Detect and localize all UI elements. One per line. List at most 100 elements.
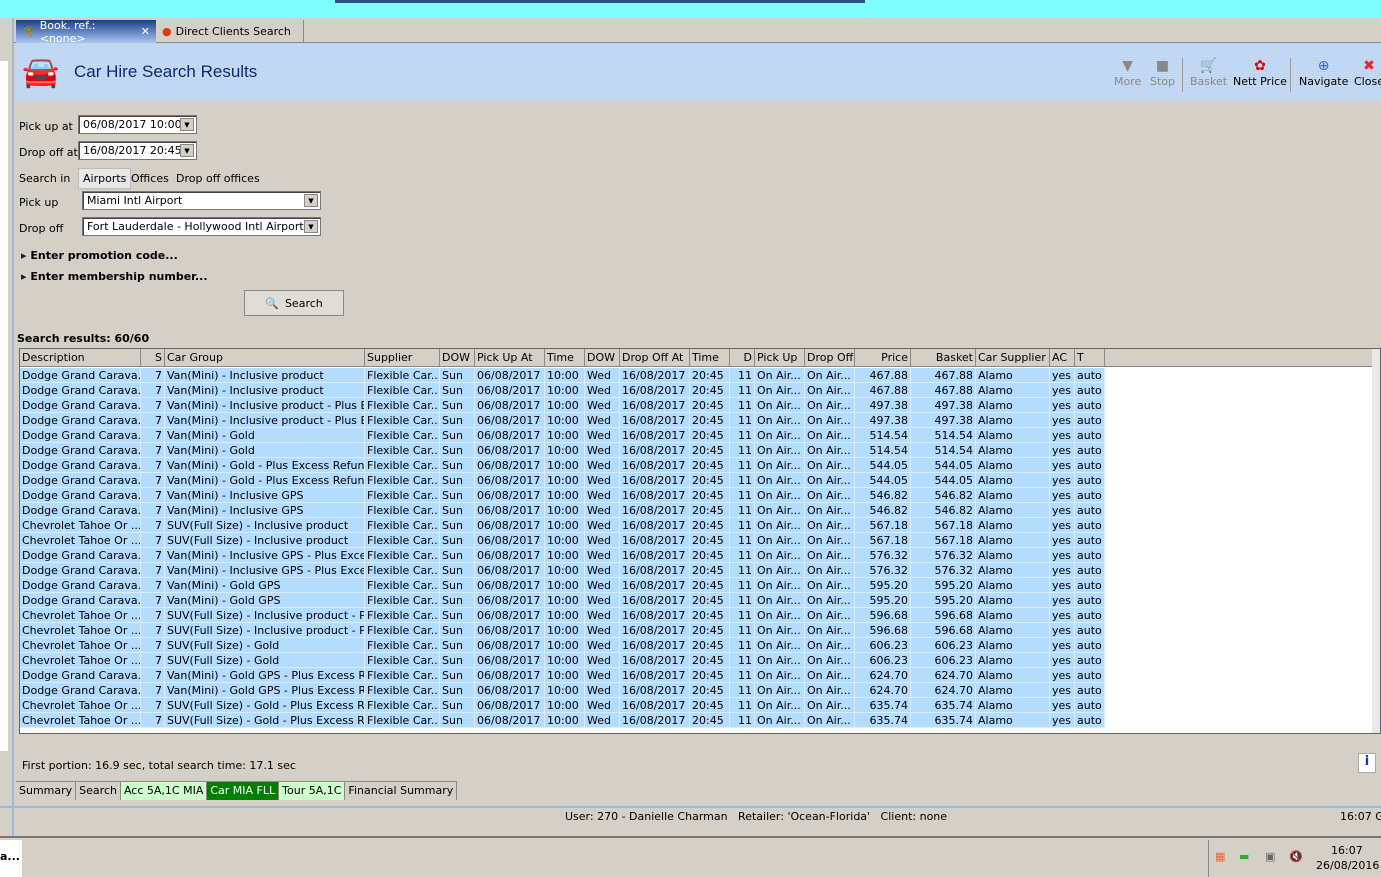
table-row[interactable]: Dodge Grand Carava... 7 Van(Mini) - Gold G…: [20, 683, 1105, 698]
table-cell: Wed: [585, 383, 620, 398]
table-cell: 7: [141, 443, 165, 458]
table-cell: Flexible Car...: [367, 563, 440, 578]
table-row[interactable]: Dodge Grand Carava... 7 Van(Mini) - Inclus…: [20, 383, 1105, 398]
table-cell: 06/08/2017: [475, 608, 545, 623]
table-row[interactable]: Chevrolet Tahoe Or ... 7 SUV(Full Size) - …: [20, 533, 1105, 548]
table-cell: Sun: [440, 563, 475, 578]
table-cell: 7: [141, 713, 165, 728]
table-row[interactable]: Chevrolet Tahoe Or ... 7 SUV(Full Size) - …: [20, 713, 1105, 728]
network-icon[interactable]: ▣: [1265, 850, 1275, 863]
table-cell: auto: [1075, 683, 1105, 698]
bottom-tab[interactable]: Tour 5A,1C: [279, 782, 346, 800]
pickup-at-field[interactable]: 06/08/2017 10:00 ▼: [78, 115, 197, 134]
table-row[interactable]: Dodge Grand Carava... 7 Van(Mini) - Inclus…: [20, 548, 1105, 563]
bottom-tab[interactable]: Car MIA FLL: [207, 782, 280, 800]
volume-muted-icon[interactable]: 🔇: [1289, 850, 1303, 863]
table-cell: 06/08/2017: [475, 428, 545, 443]
navigate-button[interactable]: ⊕ Navigate: [1299, 57, 1348, 88]
column-header[interactable]: S: [141, 349, 165, 367]
table-cell: 624.70: [855, 683, 911, 698]
table-row[interactable]: Dodge Grand Carava... 7 Van(Mini) - Inclus…: [20, 413, 1105, 428]
table-row[interactable]: Dodge Grand Carava... 7 Van(Mini) - Inclus…: [20, 368, 1105, 383]
table-row[interactable]: Chevrolet Tahoe Or ... 7 SUV(Full Size) - …: [20, 518, 1105, 533]
info-button[interactable]: i: [1358, 753, 1376, 773]
column-header[interactable]: DOW: [440, 349, 475, 367]
table-cell: yes: [1050, 683, 1075, 698]
search-button[interactable]: 🔍 Search: [244, 290, 344, 316]
dropoff-at-field[interactable]: 16/08/2017 20:45 ▼: [78, 141, 197, 160]
table-row[interactable]: Dodge Grand Carava... 7 Van(Mini) - Inclus…: [20, 503, 1105, 518]
table-cell: yes: [1050, 533, 1075, 548]
table-cell: Wed: [585, 413, 620, 428]
chevron-down-icon[interactable]: ▼: [304, 220, 318, 233]
table-cell: 10:00: [545, 503, 585, 518]
network-card-icon[interactable]: ▬: [1239, 850, 1249, 863]
table-row[interactable]: Dodge Grand Carava... 7 Van(Mini) - Gold G…: [20, 668, 1105, 683]
close-button[interactable]: ✖ Close: [1354, 57, 1381, 88]
table-row[interactable]: Chevrolet Tahoe Or ... 7 SUV(Full Size) - …: [20, 623, 1105, 638]
table-row[interactable]: Dodge Grand Carava... 7 Van(Mini) - Gold Fl…: [20, 443, 1105, 458]
table-row[interactable]: Dodge Grand Carava... 7 Van(Mini) - Inclus…: [20, 563, 1105, 578]
table-cell: 595.20: [855, 593, 911, 608]
tab-direct-clients-search[interactable]: ● Direct Clients Search: [156, 20, 304, 43]
table-row[interactable]: Dodge Grand Carava... 7 Van(Mini) - Inclus…: [20, 398, 1105, 413]
column-header[interactable]: Supplier: [365, 349, 440, 367]
table-row[interactable]: Dodge Grand Carava... 7 Van(Mini) - Gold -…: [20, 458, 1105, 473]
bottom-tab[interactable]: Acc 5A,1C MIA: [120, 782, 208, 800]
vertical-scrollbar[interactable]: [1372, 349, 1380, 733]
column-header[interactable]: DOW: [585, 349, 620, 367]
table-cell: 11: [730, 413, 755, 428]
more-button[interactable]: ▼ More: [1114, 57, 1141, 88]
column-header[interactable]: Time: [690, 349, 730, 367]
bottom-tab[interactable]: Financial Summary: [345, 782, 458, 800]
column-header[interactable]: Basket: [911, 349, 976, 367]
stop-button[interactable]: ■ Stop: [1150, 57, 1175, 88]
column-header[interactable]: Time: [545, 349, 585, 367]
column-header[interactable]: Car Group: [165, 349, 365, 367]
table-row[interactable]: Chevrolet Tahoe Or ... 7 SUV(Full Size) - …: [20, 653, 1105, 668]
column-header[interactable]: T: [1075, 349, 1105, 367]
search-in-label: Search in: [19, 172, 71, 185]
nett-price-button[interactable]: ✿ Nett Price: [1233, 57, 1287, 88]
column-header[interactable]: Pick Up: [755, 349, 805, 367]
bottom-tab[interactable]: Summary: [16, 782, 77, 800]
table-row[interactable]: Dodge Grand Carava... 7 Van(Mini) - Gold G…: [20, 578, 1105, 593]
column-header[interactable]: Drop Off At: [620, 349, 690, 367]
antivirus-icon[interactable]: ▦: [1215, 850, 1225, 863]
close-tab-icon[interactable]: ✕: [141, 25, 150, 38]
column-header[interactable]: Price: [855, 349, 911, 367]
column-header[interactable]: AC: [1050, 349, 1075, 367]
table-row[interactable]: Dodge Grand Carava... 7 Van(Mini) - Gold G…: [20, 593, 1105, 608]
pickup-location-select[interactable]: Miami Intl Airport ▼: [82, 191, 321, 210]
basket-button[interactable]: 🛒 Basket: [1190, 57, 1227, 88]
header-banner: 🚘 Car Hire Search Results ▼ More ■ Stop 🛒 B…: [16, 43, 1381, 101]
column-header[interactable]: Pick Up At: [475, 349, 545, 367]
table-row[interactable]: Dodge Grand Carava... 7 Van(Mini) - Gold -…: [20, 473, 1105, 488]
taskbar-app-button[interactable]: a...: [0, 840, 22, 877]
chevron-down-icon[interactable]: ▼: [304, 194, 318, 207]
search-in-airports[interactable]: Airports: [78, 168, 132, 189]
search-in-offices[interactable]: Offices: [131, 172, 169, 185]
bottom-tab[interactable]: Search: [76, 782, 121, 800]
chevron-down-icon[interactable]: ▼: [180, 118, 194, 131]
table-row[interactable]: Dodge Grand Carava... 7 Van(Mini) - Inclus…: [20, 488, 1105, 503]
table-cell: yes: [1050, 593, 1075, 608]
column-header[interactable]: Drop Off: [805, 349, 855, 367]
tab-booking-ref[interactable]: 🌴 Book. ref.: <none> ✕: [16, 19, 156, 45]
table-cell: 06/08/2017: [475, 593, 545, 608]
search-in-dropoff-offices[interactable]: Drop off offices: [176, 172, 260, 185]
dropoff-location-select[interactable]: Fort Lauderdale - Hollywood Intl Airport…: [82, 217, 321, 236]
column-header[interactable]: Car Supplier: [976, 349, 1050, 367]
table-row[interactable]: Chevrolet Tahoe Or ... 7 SUV(Full Size) - …: [20, 638, 1105, 653]
table-cell: On Air...: [755, 428, 805, 443]
table-cell: On Air...: [755, 683, 805, 698]
table-row[interactable]: Chevrolet Tahoe Or ... 7 SUV(Full Size) - …: [20, 698, 1105, 713]
table-cell: 576.32: [855, 563, 911, 578]
membership-number-expander[interactable]: ▸ Enter membership number...: [21, 270, 208, 283]
column-header[interactable]: D: [730, 349, 755, 367]
table-row[interactable]: Chevrolet Tahoe Or ... 7 SUV(Full Size) - …: [20, 608, 1105, 623]
table-row[interactable]: Dodge Grand Carava... 7 Van(Mini) - Gold Fl…: [20, 428, 1105, 443]
chevron-down-icon[interactable]: ▼: [180, 144, 194, 157]
column-header[interactable]: Description: [20, 349, 141, 367]
promotion-code-expander[interactable]: ▸ Enter promotion code...: [21, 249, 178, 262]
